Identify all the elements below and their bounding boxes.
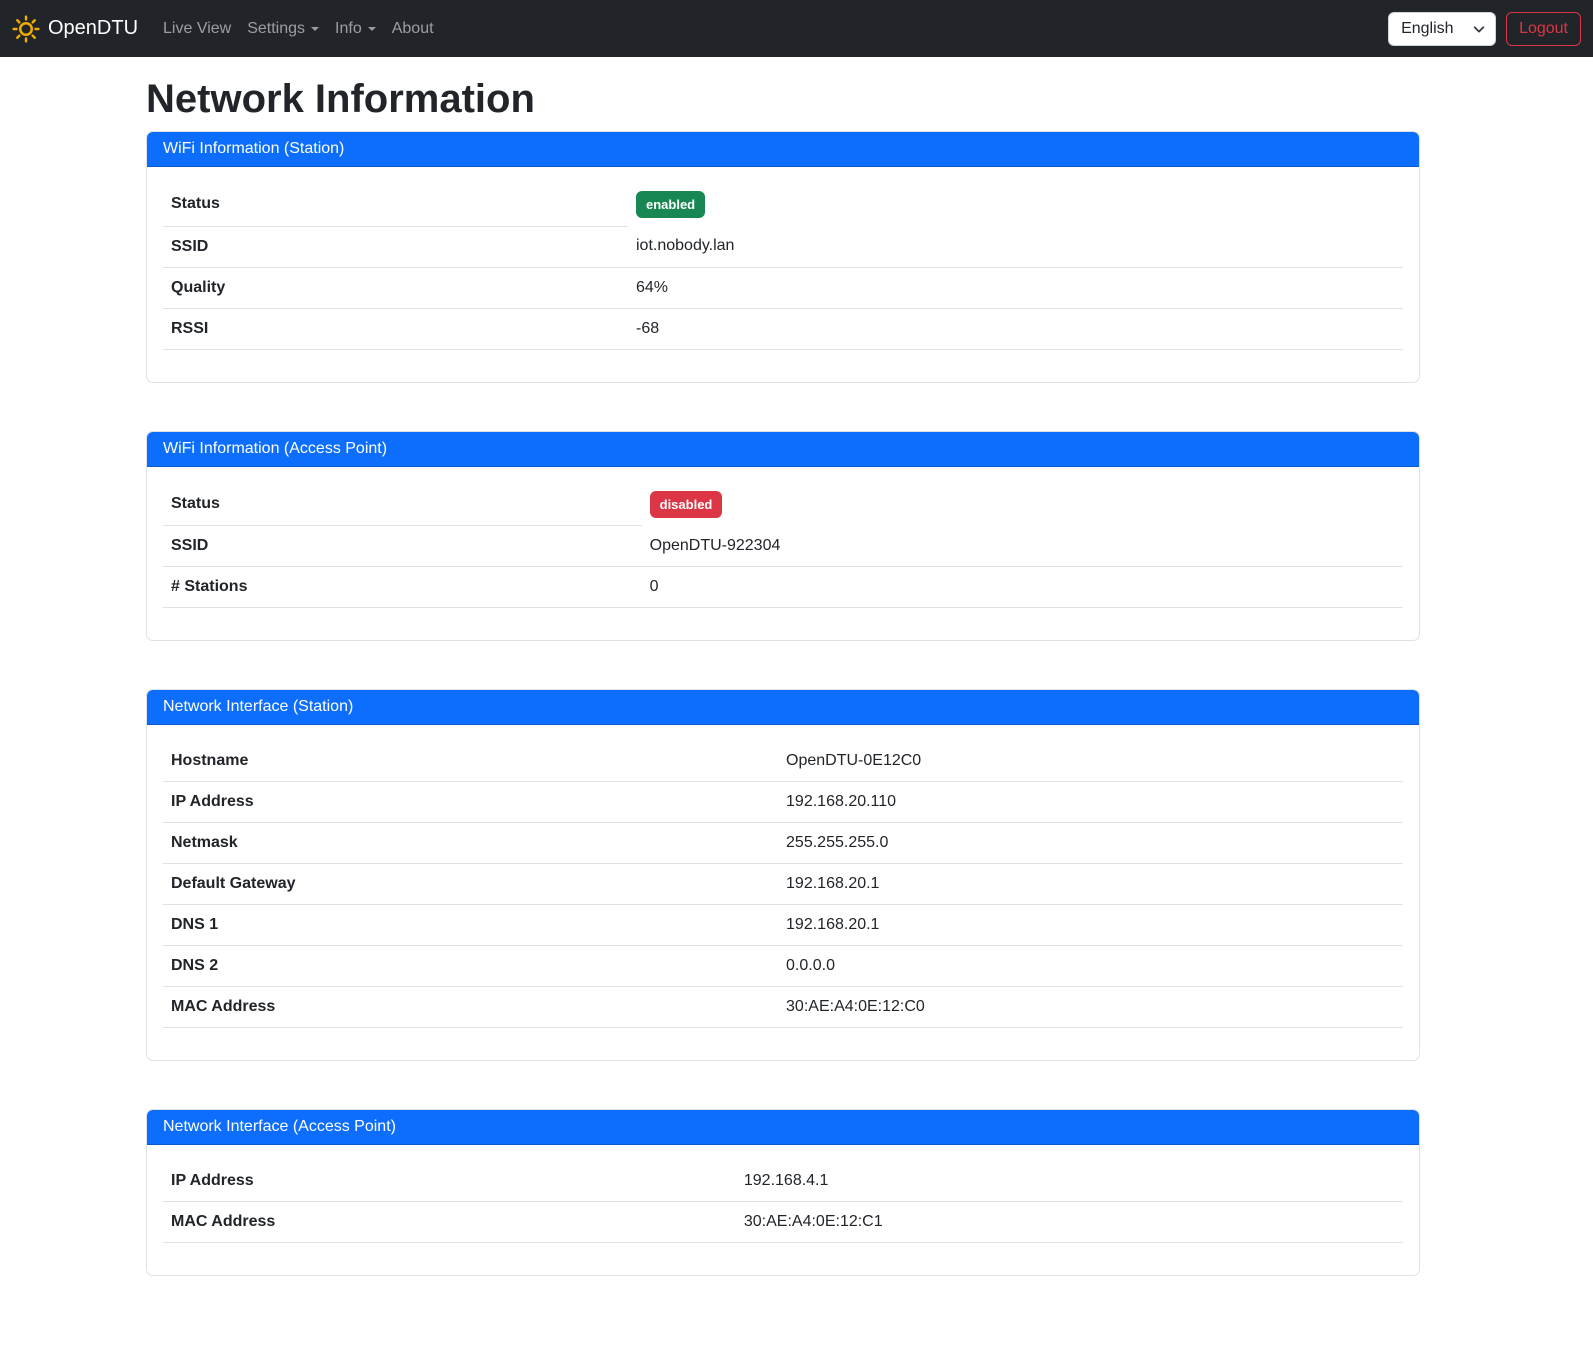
row-label: Default Gateway bbox=[163, 864, 778, 905]
card-body: Status enabled SSID iot.nobody.lan Quali… bbox=[147, 167, 1419, 382]
row-value: 0.0.0.0 bbox=[778, 946, 1403, 987]
row-value: OpenDTU-922304 bbox=[642, 526, 1403, 567]
card-body: Hostname OpenDTU-0E12C0 IP Address 192.1… bbox=[147, 725, 1419, 1060]
row-value: OpenDTU-0E12C0 bbox=[778, 741, 1403, 782]
row-label: MAC Address bbox=[163, 1202, 736, 1243]
card-wifi-access-point: WiFi Information (Access Point) Status d… bbox=[146, 431, 1420, 642]
caret-down-icon bbox=[311, 27, 319, 31]
nav-item-settings-label: Settings bbox=[247, 20, 305, 37]
row-label: SSID bbox=[163, 226, 628, 267]
row-value: 0 bbox=[642, 567, 1403, 608]
row-label: Status bbox=[163, 483, 642, 526]
table-row: Hostname OpenDTU-0E12C0 bbox=[163, 741, 1403, 782]
card-network-interface-access-point: Network Interface (Access Point) IP Addr… bbox=[146, 1109, 1420, 1276]
navbar-right: English Logout bbox=[1388, 12, 1581, 46]
nav-item-about[interactable]: About bbox=[384, 12, 442, 46]
row-value: 30:AE:A4:0E:12:C0 bbox=[778, 987, 1403, 1028]
table-row: Quality 64% bbox=[163, 267, 1403, 308]
sun-icon bbox=[12, 15, 40, 43]
row-value: -68 bbox=[628, 308, 1403, 349]
table-row: IP Address 192.168.20.110 bbox=[163, 782, 1403, 823]
row-value: 192.168.4.1 bbox=[736, 1161, 1403, 1202]
row-label: Hostname bbox=[163, 741, 778, 782]
status-badge: enabled bbox=[636, 191, 705, 218]
card-network-interface-station: Network Interface (Station) Hostname Ope… bbox=[146, 689, 1420, 1061]
nav-item-live-view[interactable]: Live View bbox=[155, 12, 239, 46]
table-row: IP Address 192.168.4.1 bbox=[163, 1161, 1403, 1202]
row-label: Quality bbox=[163, 267, 628, 308]
main-content: Network Information WiFi Information (St… bbox=[146, 57, 1420, 1360]
nav-item-info-label: Info bbox=[335, 20, 362, 37]
row-value: enabled bbox=[628, 183, 1403, 226]
brand-label: OpenDTU bbox=[48, 17, 138, 40]
row-value: 64% bbox=[628, 267, 1403, 308]
table-row: Default Gateway 192.168.20.1 bbox=[163, 864, 1403, 905]
table-row: Netmask 255.255.255.0 bbox=[163, 823, 1403, 864]
table-row: DNS 2 0.0.0.0 bbox=[163, 946, 1403, 987]
row-label: IP Address bbox=[163, 1161, 736, 1202]
row-label: DNS 1 bbox=[163, 905, 778, 946]
row-value: iot.nobody.lan bbox=[628, 226, 1403, 267]
table-row: SSID OpenDTU-922304 bbox=[163, 526, 1403, 567]
card-body: Status disabled SSID OpenDTU-922304 # St… bbox=[147, 467, 1419, 641]
row-label: IP Address bbox=[163, 782, 778, 823]
card-body: IP Address 192.168.4.1 MAC Address 30:AE… bbox=[147, 1145, 1419, 1275]
card-wifi-station: WiFi Information (Station) Status enable… bbox=[146, 131, 1420, 383]
table-row: RSSI -68 bbox=[163, 308, 1403, 349]
brand[interactable]: OpenDTU bbox=[12, 15, 138, 43]
row-value: disabled bbox=[642, 483, 1403, 526]
table-row: # Stations 0 bbox=[163, 567, 1403, 608]
row-label: RSSI bbox=[163, 308, 628, 349]
row-label: # Stations bbox=[163, 567, 642, 608]
row-value: 192.168.20.1 bbox=[778, 864, 1403, 905]
row-label: Netmask bbox=[163, 823, 778, 864]
table-row: Status disabled bbox=[163, 483, 1403, 526]
row-label: MAC Address bbox=[163, 987, 778, 1028]
table-row: Status enabled bbox=[163, 183, 1403, 226]
language-select[interactable]: English bbox=[1388, 12, 1496, 46]
table-row: MAC Address 30:AE:A4:0E:12:C1 bbox=[163, 1202, 1403, 1243]
card-title-network-interface-station: Network Interface (Station) bbox=[147, 690, 1419, 725]
nav-links: Live View Settings Info About bbox=[155, 12, 442, 46]
row-value: 192.168.20.110 bbox=[778, 782, 1403, 823]
card-title-wifi-access-point: WiFi Information (Access Point) bbox=[147, 432, 1419, 467]
card-title-network-interface-access-point: Network Interface (Access Point) bbox=[147, 1110, 1419, 1145]
status-badge: disabled bbox=[650, 491, 723, 518]
row-value: 192.168.20.1 bbox=[778, 905, 1403, 946]
language-select-wrap: English bbox=[1388, 12, 1496, 46]
page-title: Network Information bbox=[146, 75, 1420, 123]
row-label: DNS 2 bbox=[163, 946, 778, 987]
nav-item-info[interactable]: Info bbox=[327, 12, 384, 46]
table-row: SSID iot.nobody.lan bbox=[163, 226, 1403, 267]
nav-item-settings[interactable]: Settings bbox=[239, 12, 327, 46]
row-value: 30:AE:A4:0E:12:C1 bbox=[736, 1202, 1403, 1243]
navbar: OpenDTU Live View Settings Info About En… bbox=[0, 0, 1593, 57]
row-label: SSID bbox=[163, 526, 642, 567]
row-value: 255.255.255.0 bbox=[778, 823, 1403, 864]
table-row: DNS 1 192.168.20.1 bbox=[163, 905, 1403, 946]
caret-down-icon bbox=[368, 27, 376, 31]
table-row: MAC Address 30:AE:A4:0E:12:C0 bbox=[163, 987, 1403, 1028]
row-label: Status bbox=[163, 183, 628, 226]
card-title-wifi-station: WiFi Information (Station) bbox=[147, 132, 1419, 167]
logout-button[interactable]: Logout bbox=[1506, 12, 1581, 46]
